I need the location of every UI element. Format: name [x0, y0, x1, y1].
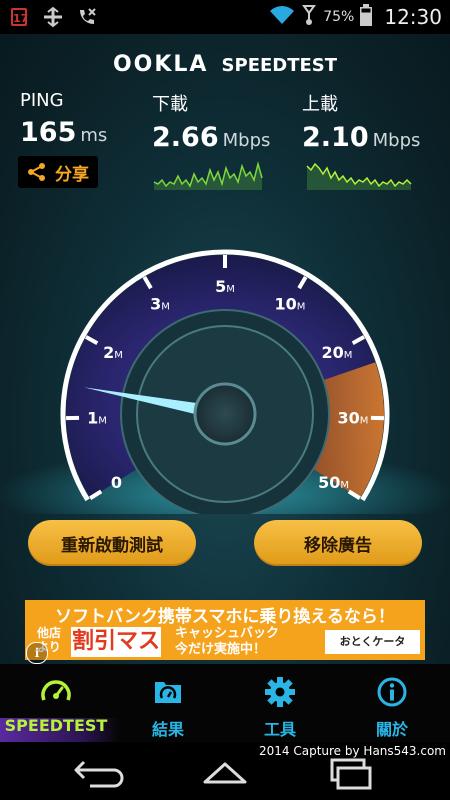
status-bar: 17 75% 12:30 — [0, 0, 450, 34]
ad-banner[interactable]: ソフトバンク携帯スマホに乗り換えるなら！ 他店より 割引マス キャッシュバック … — [25, 600, 425, 660]
upload-metric: 上載 2.10 Mbps — [302, 90, 420, 153]
capture-credit: 2014 Capture by Hans543.com — [259, 744, 446, 758]
ad-cashback: キャッシュバック 今だけ実施中！ — [175, 626, 279, 658]
tab-results[interactable]: 結果 — [112, 664, 224, 742]
calendar-day: 17 — [11, 8, 28, 26]
calendar-icon: 17 — [8, 6, 30, 28]
gauge-hub — [193, 382, 257, 446]
tab-about-label: 關於 — [375, 720, 408, 739]
ping-value: 165 — [20, 117, 77, 148]
app-title: SPEEDTEST — [221, 55, 338, 76]
missed-call-icon — [76, 6, 98, 28]
ad-cashback-line2: 今だけ実施中！ — [175, 642, 267, 657]
battery-icon — [360, 4, 373, 30]
info-icon — [377, 677, 407, 707]
share-label: 分享 — [55, 164, 89, 185]
ping-value-row: 165 ms — [20, 117, 107, 148]
back-icon[interactable] — [70, 752, 130, 792]
upload-label: 上載 — [302, 94, 338, 115]
speedtest-screen: OOKLA SPEEDTEST PING 165 ms 下載 2.66 Mbps 上… — [0, 34, 450, 664]
network-icon — [42, 6, 64, 28]
share-button[interactable]: 分享 — [18, 156, 98, 188]
ad-info-icon[interactable]: i — [26, 642, 48, 664]
upload-value-row: 2.10 Mbps — [302, 122, 420, 153]
ping-metric: PING 165 ms — [20, 90, 107, 148]
download-value: 2.66 — [152, 122, 219, 153]
download-unit: Mbps — [222, 130, 271, 151]
speedometer-icon — [41, 680, 71, 701]
share-icon — [28, 163, 45, 181]
speed-gauge: 01M2M3M5M10M20M30M50M — [0, 249, 450, 514]
gauge-tick-label: 0 — [111, 473, 122, 492]
ping-label: PING — [20, 90, 64, 111]
ad-logo: おとくケータイ.net — [325, 630, 420, 660]
recent-apps-icon[interactable] — [320, 752, 380, 792]
gear-icon — [265, 677, 295, 707]
upload-value: 2.10 — [302, 122, 369, 153]
remove-ads-button[interactable]: 移除廣告 — [254, 520, 422, 566]
restart-test-button[interactable]: 重新啟動測試 — [28, 520, 196, 566]
download-metric: 下載 2.66 Mbps — [152, 90, 270, 153]
home-icon[interactable] — [195, 752, 255, 792]
tab-tools[interactable]: 工具 — [224, 664, 336, 742]
ad-discount: 割引マス — [71, 627, 161, 657]
wifi-icon — [269, 5, 295, 29]
clock: 12:30 — [384, 5, 442, 29]
download-value-row: 2.66 Mbps — [152, 122, 270, 153]
ookla-logo: OOKLA — [112, 52, 209, 77]
ping-unit: ms — [80, 125, 108, 146]
signal-icon — [301, 4, 317, 30]
tab-results-label: 結果 — [151, 720, 184, 739]
ad-headline: ソフトバンク携帯スマホに乗り換えるなら！ — [55, 607, 395, 627]
download-sparkline — [153, 161, 263, 190]
tab-tools-label: 工具 — [263, 720, 296, 739]
battery-percent: 75% — [323, 9, 355, 25]
ad-cashback-line1: キャッシュバック — [175, 626, 280, 641]
download-label: 下載 — [152, 94, 188, 115]
results-folder-icon — [155, 682, 181, 703]
active-tab-highlight — [0, 718, 120, 742]
upload-unit: Mbps — [372, 130, 421, 151]
tab-about[interactable]: 關於 — [336, 664, 448, 742]
app-header: OOKLA SPEEDTEST — [0, 52, 450, 77]
upload-sparkline — [306, 162, 412, 190]
